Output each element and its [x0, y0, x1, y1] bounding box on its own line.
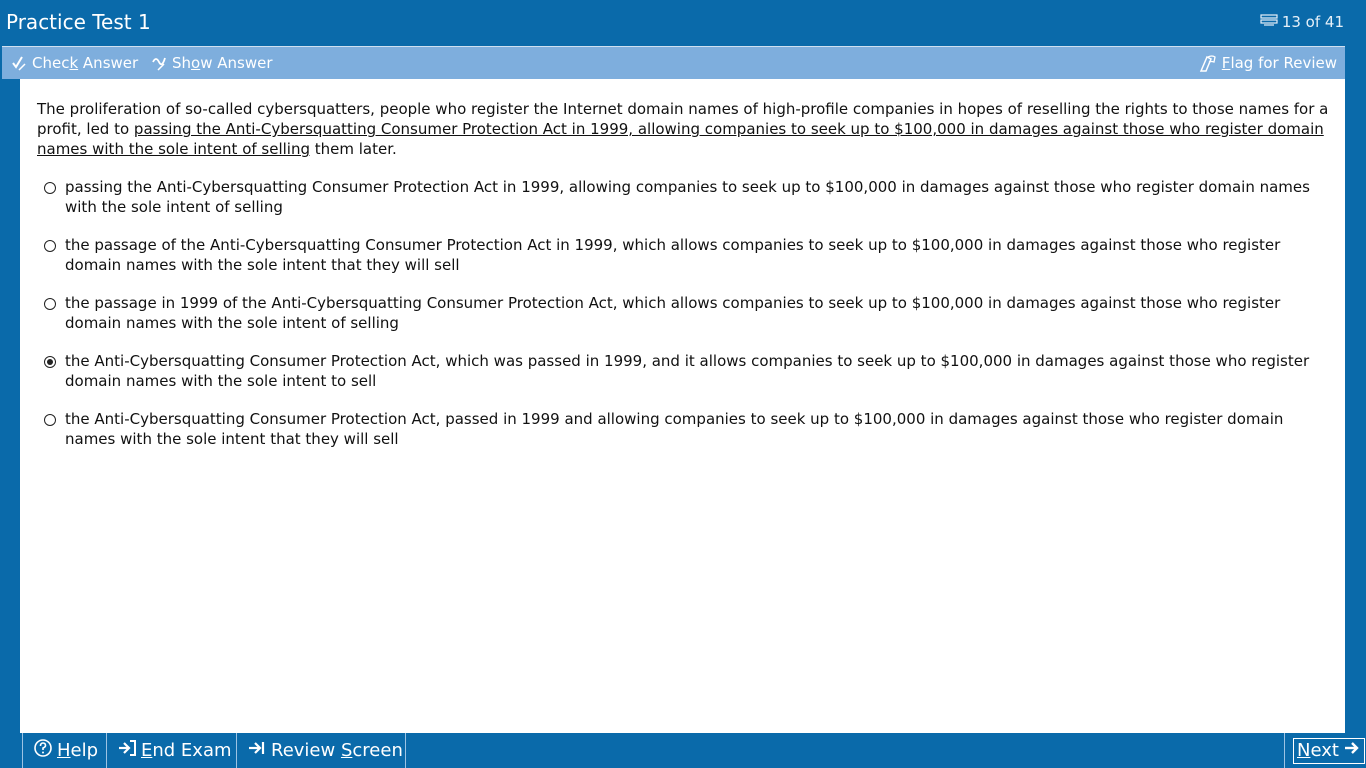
radio-button[interactable] [44, 182, 56, 194]
check-pencil-icon [10, 54, 28, 72]
check-answer-label: Check Answer [32, 54, 139, 72]
progress-label: 13 of 41 [1281, 13, 1344, 31]
end-exam-label: End Exam [141, 740, 232, 761]
flag-for-review-button[interactable]: Flag for Review [1198, 47, 1337, 79]
help-button[interactable]: Help [22, 733, 106, 768]
arrow-bar-right-icon [247, 739, 267, 762]
radio-button[interactable] [44, 298, 56, 310]
question-panel: The proliferation of so-called cybersqua… [20, 79, 1345, 733]
show-answer-button[interactable]: Show Answer [150, 47, 273, 79]
show-pencil-icon [150, 54, 168, 72]
question-stem: The proliferation of so-called cybersqua… [37, 100, 1329, 158]
list-icon [1260, 13, 1278, 31]
flag-for-review-label: Flag for Review [1221, 54, 1337, 72]
underlined-portion: passing the Anti-Cybersquatting Consumer… [37, 120, 1324, 158]
check-answer-button[interactable]: Check Answer [10, 47, 138, 79]
next-button[interactable]: Next [1284, 733, 1366, 768]
arrow-right-icon [1343, 740, 1361, 761]
radio-button[interactable] [44, 356, 56, 368]
answer-option-e[interactable]: the Anti-Cybersquatting Consumer Protect… [44, 409, 1324, 449]
next-button-frame: Next [1293, 737, 1365, 764]
title-bar: Practice Test 1 13 of 41 [0, 0, 1366, 45]
review-screen-button[interactable]: Review Screen [236, 733, 406, 768]
flag-pen-icon [1198, 53, 1218, 73]
option-text: the Anti-Cybersquatting Consumer Protect… [65, 410, 1284, 448]
question-circle-icon [33, 738, 53, 763]
exit-arrow-icon [117, 739, 137, 762]
option-text: the passage in 1999 of the Anti-Cybersqu… [65, 294, 1281, 332]
toolbar: Check Answer Show Answer Flag for Review [2, 46, 1345, 79]
radio-button[interactable] [44, 240, 56, 252]
radio-button[interactable] [44, 414, 56, 426]
option-text: the passage of the Anti-Cybersquatting C… [65, 236, 1281, 274]
option-text: the Anti-Cybersquatting Consumer Protect… [65, 352, 1310, 390]
answer-option-d[interactable]: the Anti-Cybersquatting Consumer Protect… [44, 351, 1324, 391]
review-screen-label: Review Screen [271, 740, 403, 761]
bottom-bar: Help End Exam Review Screen Next [0, 733, 1366, 768]
answer-option-c[interactable]: the passage in 1999 of the Anti-Cybersqu… [44, 293, 1324, 333]
answer-options: passing the Anti-Cybersquatting Consumer… [44, 177, 1324, 467]
app-title: Practice Test 1 [6, 10, 151, 34]
show-answer-label: Show Answer [172, 54, 273, 72]
answer-option-a[interactable]: passing the Anti-Cybersquatting Consumer… [44, 177, 1324, 217]
end-exam-button[interactable]: End Exam [106, 733, 236, 768]
question-progress: 13 of 41 [1260, 13, 1344, 31]
option-text: passing the Anti-Cybersquatting Consumer… [65, 178, 1310, 216]
answer-option-b[interactable]: the passage of the Anti-Cybersquatting C… [44, 235, 1324, 275]
next-label: Next [1297, 740, 1339, 761]
help-label: Help [57, 740, 99, 761]
